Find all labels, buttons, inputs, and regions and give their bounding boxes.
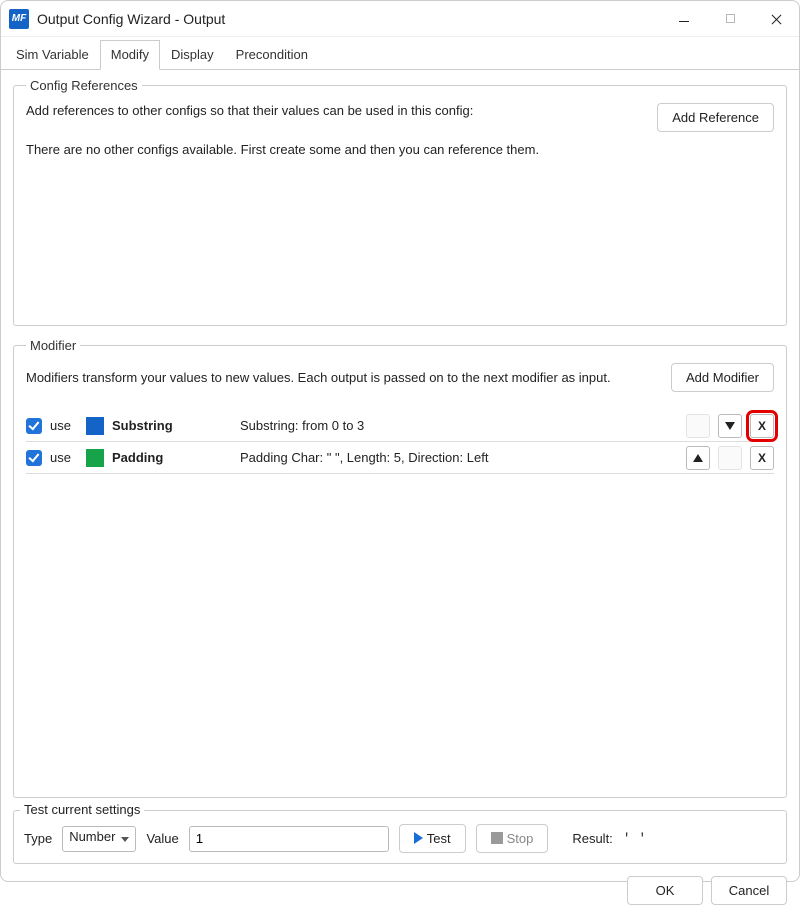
tab-display[interactable]: Display xyxy=(160,40,225,70)
type-select[interactable]: Number xyxy=(62,826,136,852)
config-references-empty: There are no other configs available. Fi… xyxy=(26,142,539,157)
move-up-button[interactable] xyxy=(686,414,710,438)
modifier-intro: Modifiers transform your values to new v… xyxy=(26,370,611,385)
value-label: Value xyxy=(146,831,178,846)
value-input[interactable] xyxy=(189,826,389,852)
stop-button-label: Stop xyxy=(507,831,534,846)
color-swatch xyxy=(86,417,104,435)
modifier-legend: Modifier xyxy=(26,338,80,353)
stop-icon xyxy=(491,832,503,844)
play-icon xyxy=(414,832,423,844)
config-references-intro: Add references to other configs so that … xyxy=(26,103,539,118)
type-label: Type xyxy=(24,831,52,846)
use-checkbox[interactable] xyxy=(26,418,42,434)
close-button[interactable] xyxy=(753,1,799,37)
test-button[interactable]: Test xyxy=(399,824,466,853)
x-icon: X xyxy=(758,419,766,433)
dialog-footer: OK Cancel xyxy=(1,872,799,917)
modifier-row: use Padding Padding Char: " ", Length: 5… xyxy=(26,442,774,474)
test-button-label: Test xyxy=(427,831,451,846)
config-references-legend: Config References xyxy=(26,78,142,93)
close-icon xyxy=(771,14,781,24)
delete-modifier-button[interactable]: X xyxy=(750,446,774,470)
minimize-icon xyxy=(679,21,689,22)
delete-modifier-button[interactable]: X xyxy=(750,414,774,438)
use-label: use xyxy=(50,450,78,465)
tab-precondition[interactable]: Precondition xyxy=(225,40,319,70)
tab-sim-variable[interactable]: Sim Variable xyxy=(5,40,100,70)
modifier-row: use Substring Substring: from 0 to 3 X xyxy=(26,410,774,442)
modifier-rows: use Substring Substring: from 0 to 3 X u… xyxy=(26,410,774,474)
ok-button[interactable]: OK xyxy=(627,876,703,905)
chevron-up-icon xyxy=(693,454,703,462)
test-settings-group: Test current settings Type Number Value … xyxy=(13,810,787,864)
app-logo: MF xyxy=(9,9,29,29)
result-value: ' ' xyxy=(623,831,646,846)
add-modifier-button[interactable]: Add Modifier xyxy=(671,363,774,392)
color-swatch xyxy=(86,449,104,467)
x-icon: X xyxy=(758,451,766,465)
titlebar: MF Output Config Wizard - Output xyxy=(1,1,799,37)
window-title: Output Config Wizard - Output xyxy=(37,11,661,27)
cancel-button[interactable]: Cancel xyxy=(711,876,787,905)
minimize-button[interactable] xyxy=(661,1,707,37)
move-down-button[interactable] xyxy=(718,414,742,438)
add-reference-button[interactable]: Add Reference xyxy=(657,103,774,132)
modifier-description: Substring: from 0 to 3 xyxy=(240,418,678,433)
maximize-button[interactable] xyxy=(707,1,753,37)
result-label: Result: xyxy=(572,831,612,846)
use-checkbox[interactable] xyxy=(26,450,42,466)
modifier-description: Padding Char: " ", Length: 5, Direction:… xyxy=(240,450,678,465)
chevron-down-icon xyxy=(725,422,735,430)
config-references-group: Config References Add references to othe… xyxy=(13,78,787,326)
use-label: use xyxy=(50,418,78,433)
maximize-icon xyxy=(726,14,735,23)
stop-button[interactable]: Stop xyxy=(476,824,549,853)
tab-modify[interactable]: Modify xyxy=(100,40,160,70)
modifier-name: Padding xyxy=(112,450,232,465)
test-settings-legend: Test current settings xyxy=(20,802,144,817)
move-up-button[interactable] xyxy=(686,446,710,470)
modifier-name: Substring xyxy=(112,418,232,433)
move-down-button[interactable] xyxy=(718,446,742,470)
tabbar: Sim Variable Modify Display Precondition xyxy=(1,39,799,70)
modifier-group: Modifier Modifiers transform your values… xyxy=(13,338,787,798)
